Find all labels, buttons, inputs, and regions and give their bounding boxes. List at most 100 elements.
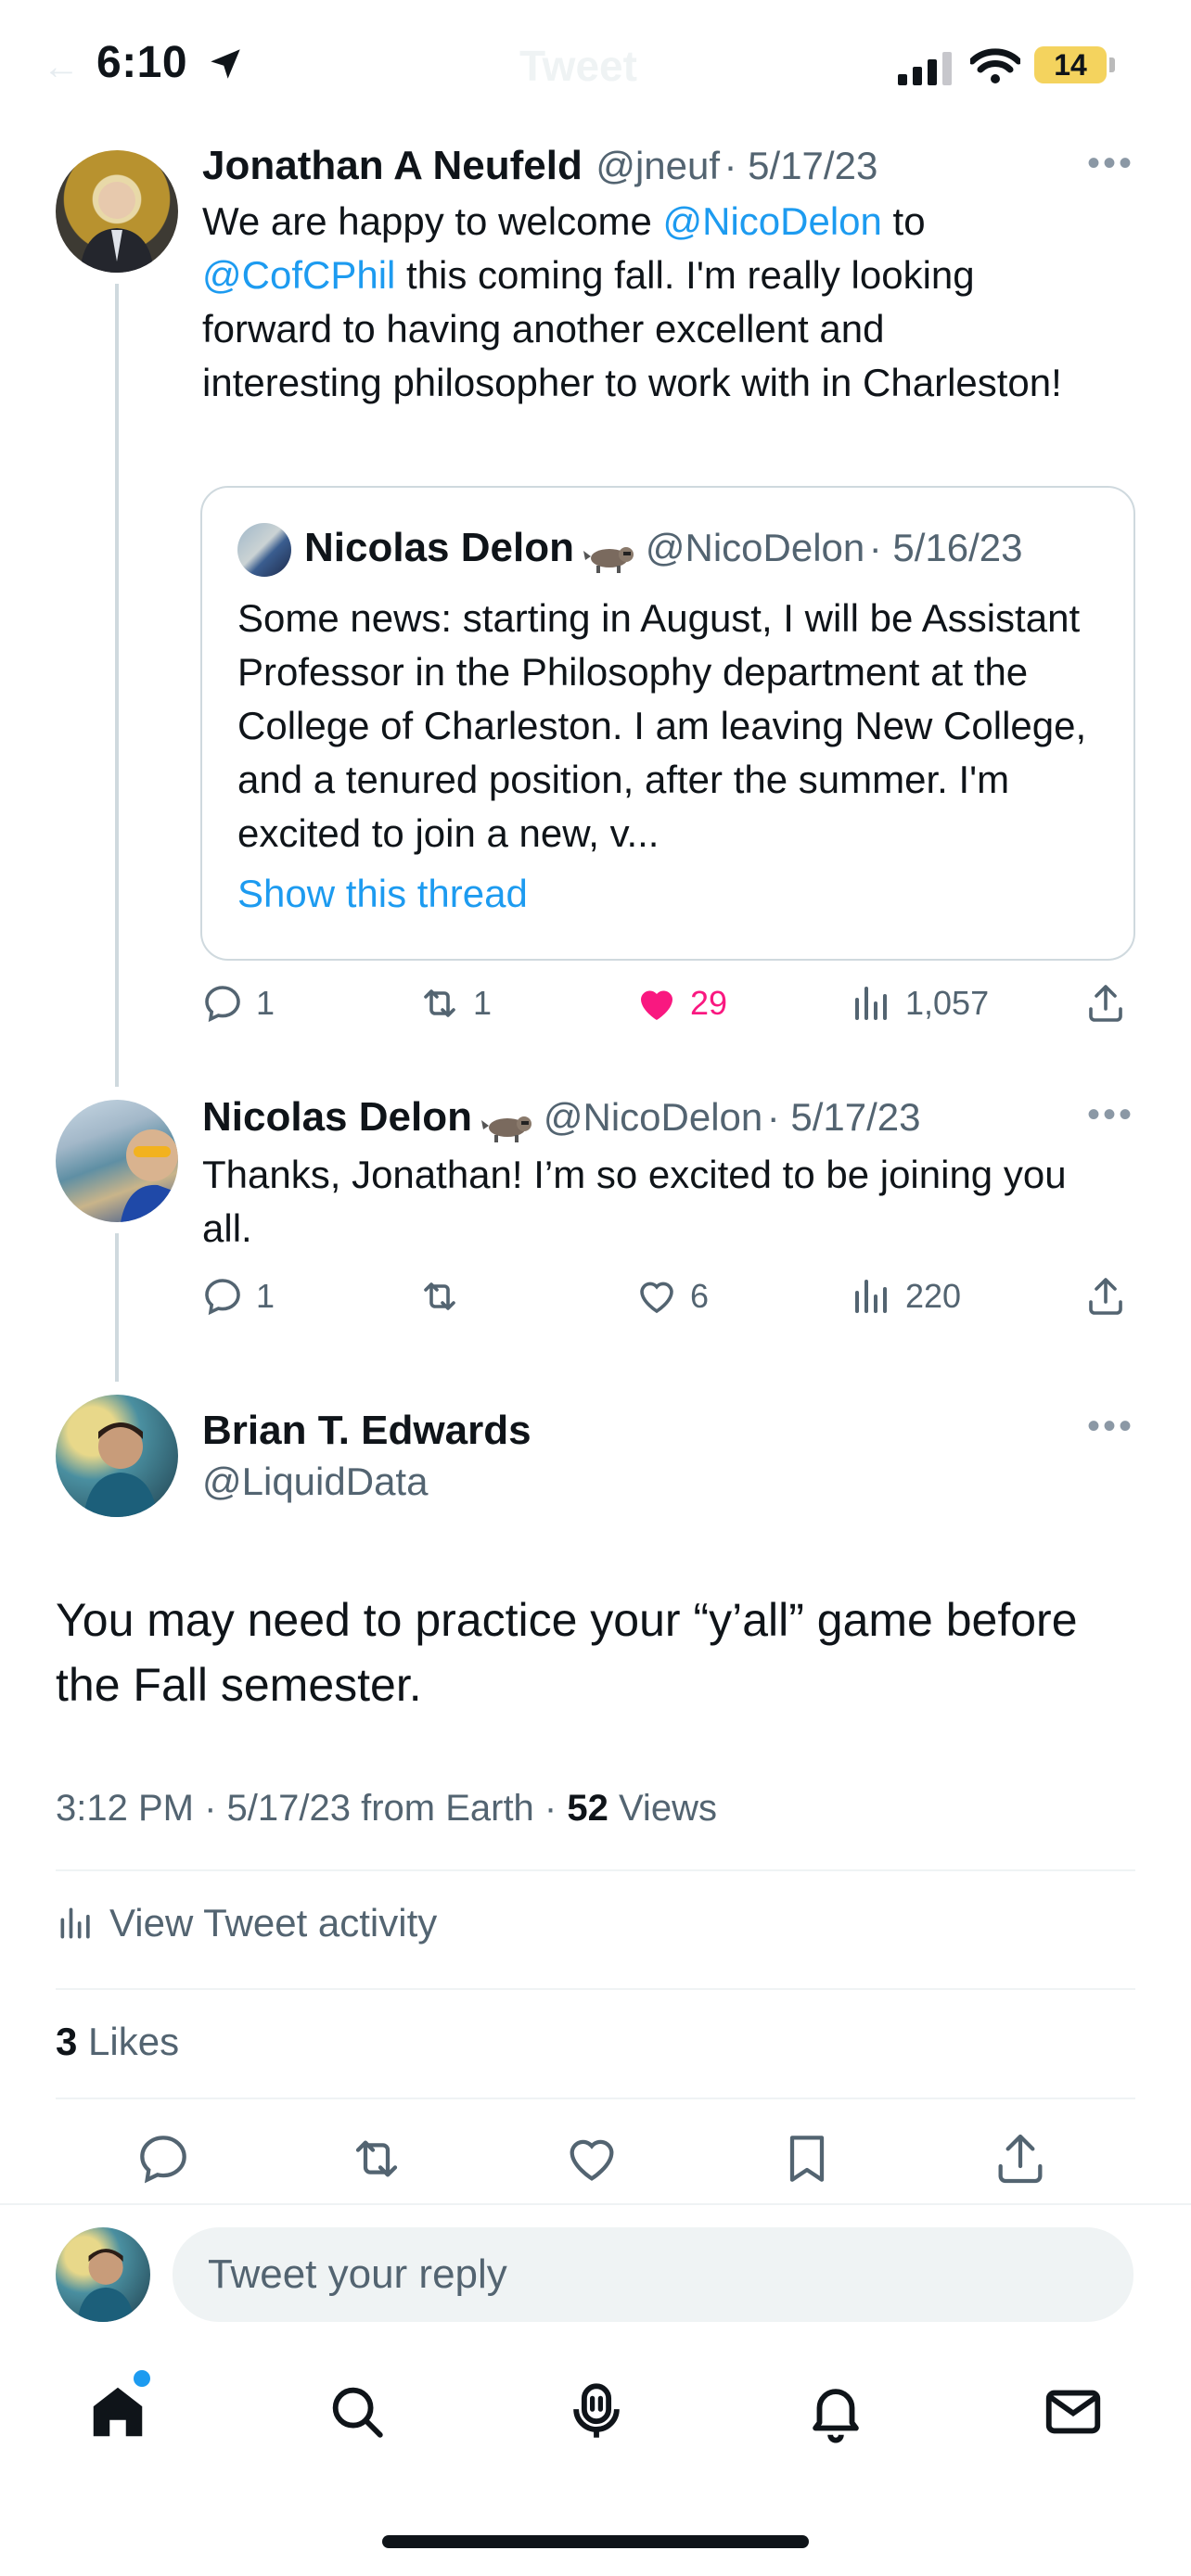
tweet2-header: Nicolas Delon @NicoDelon · 5/17/23 [202, 1094, 921, 1142]
tweet1-more-icon[interactable]: ••• [1087, 143, 1134, 185]
views-button[interactable]: 220 [850, 1274, 961, 1319]
reply-icon [205, 986, 240, 1023]
thread-line [115, 1233, 119, 1382]
tweet2-more-icon[interactable]: ••• [1087, 1094, 1134, 1136]
main-bookmark-button[interactable] [777, 2129, 837, 2193]
tweet-views-count: 52 [567, 1788, 608, 1829]
home-indicator [382, 2535, 809, 2548]
reply-button[interactable]: 1 [200, 981, 275, 1026]
main-like-button[interactable] [562, 2129, 621, 2193]
battery-cap [1109, 57, 1115, 72]
wifi-icon [970, 48, 1020, 83]
main-tweet-more-icon[interactable]: ••• [1087, 1406, 1134, 1447]
quote-author-name[interactable]: Nicolas Delon [304, 525, 574, 570]
mention-cofcphil[interactable]: @CofCPhil [202, 253, 395, 297]
tweet1-text-part: to [881, 199, 926, 243]
retweet-button[interactable] [417, 1274, 462, 1319]
avatar-jonathan[interactable] [56, 150, 178, 273]
retweet-count: 1 [473, 984, 493, 1022]
back-arrow-icon[interactable]: ← [43, 46, 80, 88]
main-author-handle[interactable]: @LiquidData [202, 1460, 531, 1504]
activity-chart-icon [60, 1907, 90, 1939]
reply-button[interactable]: 1 [200, 1274, 275, 1319]
battery-level: 14 [1034, 46, 1107, 83]
main-tweet-text: You may need to practice your “y’all” ga… [56, 1594, 1078, 1711]
tweet1-text: We are happy to welcome @NicoDelon to @Co… [202, 195, 1074, 410]
notification-dot [134, 2370, 150, 2387]
tweet2-handle[interactable]: @NicoDelon [544, 1095, 762, 1139]
divider [56, 1988, 1135, 1990]
divider [0, 2203, 1191, 2205]
bookmark-icon [789, 2136, 825, 2182]
spaces-microphone-icon [573, 2383, 620, 2438]
share-icon [998, 2134, 1043, 2184]
main-reply-button[interactable] [134, 2129, 193, 2193]
avatar-nicolas[interactable] [56, 1100, 178, 1222]
home-icon [93, 2387, 143, 2437]
cellular-signal-icon [898, 52, 952, 85]
like-count: 29 [690, 984, 728, 1022]
mail-icon [1045, 2390, 1101, 2434]
share-icon [1089, 1278, 1122, 1315]
main-author-name[interactable]: Brian T. Edwards [202, 1408, 531, 1454]
bell-icon [813, 2389, 859, 2443]
tweet1-handle[interactable]: @jneuf [596, 144, 720, 187]
nav-messages[interactable] [1041, 2379, 1106, 2449]
nav-spaces[interactable] [564, 2379, 629, 2449]
retweet-icon [424, 1282, 455, 1310]
heart-icon [640, 1282, 673, 1314]
show-thread-link[interactable]: Show this thread [237, 872, 528, 916]
location-arrow-icon [211, 49, 240, 79]
likes-label: Likes [77, 2020, 180, 2063]
mention-nicodelon[interactable]: @NicoDelon [662, 199, 881, 243]
views-chart-icon [855, 1280, 887, 1313]
main-share-button[interactable] [991, 2129, 1050, 2193]
share-button[interactable] [1083, 981, 1128, 1026]
search-icon [332, 2387, 383, 2438]
reply-input[interactable]: Tweet your reply [173, 2227, 1133, 2322]
retweet-icon [355, 2140, 398, 2177]
tweet2-author-name[interactable]: Nicolas Delon [202, 1094, 472, 1140]
retweet-button[interactable]: 1 [417, 981, 492, 1026]
divider [56, 1869, 1135, 1871]
tweet1-text-part: We are happy to welcome [202, 199, 663, 243]
avatar-current-user[interactable] [56, 2227, 150, 2322]
reply-count: 1 [256, 1277, 275, 1315]
main-tweet-author: Brian T. Edwards @LiquidData [202, 1408, 531, 1504]
share-button[interactable] [1083, 1274, 1128, 1319]
quote-date: · 5/16/23 [868, 526, 1023, 569]
status-bar: ← 6:10 Tweet 14 [0, 0, 1191, 130]
tweet-views-label: Views [608, 1788, 717, 1829]
activity-label: View Tweet activity [109, 1901, 438, 1945]
thread-line [115, 284, 119, 1087]
like-button[interactable]: 29 [634, 981, 727, 1026]
views-count: 1,057 [905, 984, 990, 1022]
like-button[interactable]: 6 [634, 1274, 709, 1319]
likes-summary[interactable]: 3 Likes [56, 2020, 179, 2064]
status-time: 6:10 [96, 38, 188, 87]
tweet1-author-name[interactable]: Jonathan A Neufeld [202, 143, 583, 188]
likes-count: 3 [56, 2020, 78, 2063]
heart-filled-icon [641, 990, 672, 1020]
avatar-brian[interactable] [56, 1395, 178, 1517]
quote-handle[interactable]: @NicoDelon [646, 526, 864, 569]
nav-notifications[interactable] [803, 2379, 868, 2449]
quote-tweet-card[interactable]: Nicolas Delon @NicoDelon · 5/16/23 Some … [200, 486, 1135, 961]
tweet-timestamp: 3:12 PM · 5/17/23 from Earth · [56, 1788, 568, 1829]
reply-icon [205, 1279, 240, 1316]
tweet2-text: Thanks, Jonathan! I’m so excited to be j… [202, 1153, 1067, 1250]
raccoon-emoji-icon [481, 1111, 533, 1142]
main-retweet-button[interactable] [347, 2129, 406, 2193]
reply-count: 1 [256, 984, 275, 1022]
tweet1-header: Jonathan A Neufeld @jneuf · 5/17/23 [202, 143, 877, 189]
like-count: 6 [690, 1277, 710, 1315]
share-icon [1089, 985, 1122, 1022]
views-chart-icon [855, 987, 887, 1020]
view-tweet-activity[interactable]: View Tweet activity [56, 1901, 437, 1945]
tweet2-date: · 5/17/23 [766, 1095, 921, 1139]
nav-home[interactable] [85, 2370, 150, 2449]
views-button[interactable]: 1,057 [850, 981, 989, 1026]
retweet-icon [424, 989, 455, 1017]
tweet1-date: · 5/17/23 [724, 144, 878, 187]
nav-search[interactable] [325, 2379, 390, 2449]
